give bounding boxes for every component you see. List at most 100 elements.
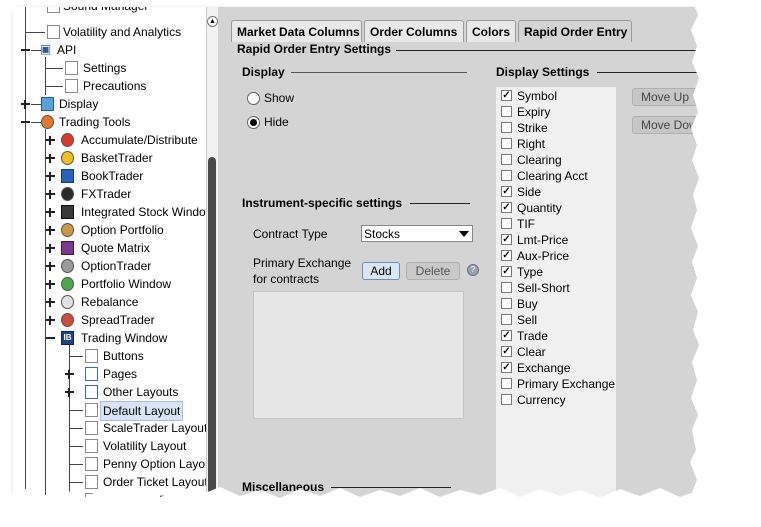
column-checkbox-lmt-price[interactable]: ✓ — [501, 234, 512, 245]
pages-icon — [85, 367, 98, 381]
tree-item-optiontrader[interactable]: OptionTrader — [13, 257, 206, 275]
column-label-buy: Buy — [517, 297, 538, 311]
expand-icon[interactable] — [65, 370, 74, 379]
expand-icon[interactable] — [46, 136, 55, 145]
tree-item-trading-window[interactable]: IB Trading Window — [13, 329, 206, 347]
expand-icon[interactable] — [21, 100, 30, 109]
help-icon[interactable]: ? — [467, 264, 479, 276]
column-label-trade: Trade — [517, 329, 548, 343]
column-checkbox-clearing[interactable] — [501, 154, 512, 165]
tree-item-buttons[interactable]: Buttons — [13, 347, 206, 365]
column-checkbox-side[interactable]: ✓ — [501, 186, 512, 197]
column-label-sell: Sell — [517, 313, 538, 327]
primary-exchange-list[interactable] — [253, 291, 464, 419]
document-icon — [85, 457, 98, 471]
add-button[interactable]: Add — [362, 262, 400, 280]
contract-type-select[interactable]: Stocks — [361, 225, 473, 242]
tree-item-volatility-layout[interactable]: Volatility Layout — [13, 437, 206, 455]
primary-exchange-label: Primary Exchange — [253, 256, 352, 270]
tree-item-display[interactable]: Display — [13, 95, 206, 113]
settings-tree: Sound Manager Volatility and Analytics ▣… — [13, 7, 206, 502]
torn-edge-bottom — [0, 484, 761, 527]
display-divider — [291, 72, 467, 73]
option-portfolio-icon — [61, 223, 74, 237]
tree-item-api[interactable]: ▣ API — [13, 41, 206, 59]
tree-item-integrated-stock-window[interactable]: Integrated Stock Window — [13, 203, 206, 221]
tree-scrollbar[interactable]: ▲ — [206, 7, 218, 502]
tab-colors[interactable]: Colors — [466, 20, 516, 42]
tree-item-fxtrader[interactable]: FXTrader — [13, 185, 206, 203]
tree-item-volatility-analytics[interactable]: Volatility and Analytics — [13, 23, 206, 41]
chevron-down-icon — [459, 231, 469, 237]
column-checkbox-primary-exchange[interactable] — [501, 378, 512, 389]
tree-item-trading-tools[interactable]: Trading Tools — [13, 113, 206, 131]
tree-item-accumulate-distribute[interactable]: Accumulate/Distribute — [13, 131, 206, 149]
display-hide-radio[interactable] — [247, 116, 260, 129]
scrollbar-thumb[interactable] — [208, 157, 216, 502]
column-checkbox-strike[interactable] — [501, 122, 512, 133]
expand-icon[interactable] — [46, 262, 55, 271]
display-show-radio[interactable] — [247, 92, 260, 105]
column-checkbox-sell[interactable] — [501, 314, 512, 325]
column-checkbox-sell-short[interactable] — [501, 282, 512, 293]
tree-item-sound-manager[interactable]: Sound Manager — [13, 7, 206, 15]
column-checkbox-exchange[interactable]: ✓ — [501, 362, 512, 373]
tab-rapid-order-entry[interactable]: Rapid Order Entry — [518, 20, 632, 42]
expand-icon[interactable] — [46, 316, 55, 325]
collapse-icon[interactable] — [21, 46, 30, 55]
tree-item-baskettrader[interactable]: BasketTrader — [13, 149, 206, 167]
collapse-icon[interactable] — [21, 118, 30, 127]
column-checkbox-type[interactable]: ✓ — [501, 266, 512, 277]
settings-window: Sound Manager Volatility and Analytics ▣… — [13, 7, 705, 502]
column-checkbox-currency[interactable] — [501, 394, 512, 405]
collapse-icon[interactable] — [46, 334, 55, 343]
ib-logo-icon: IB — [61, 331, 74, 345]
tree-item-penny-option-layout[interactable]: Penny Option Layout — [13, 455, 206, 473]
expand-icon[interactable] — [46, 226, 55, 235]
instrument-header: Instrument-specific settings — [242, 196, 403, 210]
column-checkbox-aux-price[interactable]: ✓ — [501, 250, 512, 261]
column-checkbox-trade[interactable]: ✓ — [501, 330, 512, 341]
expand-icon[interactable] — [46, 298, 55, 307]
tree-item-other-layouts[interactable]: Other Layouts — [13, 383, 206, 401]
expand-icon[interactable] — [46, 154, 55, 163]
expand-icon[interactable] — [46, 280, 55, 289]
column-checkbox-tif[interactable] — [501, 218, 512, 229]
expand-icon[interactable] — [65, 388, 74, 397]
column-checkbox-quantity[interactable]: ✓ — [501, 202, 512, 213]
monitor-icon — [41, 97, 54, 111]
expand-icon[interactable] — [46, 208, 55, 217]
tree-item-spreadtrader[interactable]: SpreadTrader — [13, 311, 206, 329]
tree-item-default-layout[interactable]: Default Layout — [13, 401, 206, 421]
tree-item-precautions[interactable]: Precautions — [13, 77, 206, 95]
tab-order-columns[interactable]: Order Columns — [364, 20, 464, 42]
column-checkbox-clear[interactable]: ✓ — [501, 346, 512, 357]
expand-icon[interactable] — [46, 172, 55, 181]
tree-item-booktrader[interactable]: BookTrader — [13, 167, 206, 185]
scroll-up-icon[interactable]: ▲ — [207, 16, 218, 27]
fx-icon — [61, 187, 74, 201]
tree-item-pages[interactable]: Pages — [13, 365, 206, 383]
instrument-divider — [410, 203, 470, 204]
tree-item-api-settings[interactable]: Settings — [13, 59, 206, 77]
tree-item-quote-matrix[interactable]: Quote Matrix — [13, 239, 206, 257]
column-label-currency: Currency — [517, 393, 566, 407]
tree-item-scaletrader-layout[interactable]: ScaleTrader Layout — [13, 419, 206, 437]
column-checkbox-buy[interactable] — [501, 298, 512, 309]
window-icon — [61, 205, 74, 219]
column-checkbox-right[interactable] — [501, 138, 512, 149]
column-checkbox-expiry[interactable] — [501, 106, 512, 117]
tree-item-option-portfolio[interactable]: Option Portfolio — [13, 221, 206, 239]
column-checkbox-clearing-acct[interactable] — [501, 170, 512, 181]
tree-item-portfolio-window[interactable]: Portfolio Window — [13, 275, 206, 293]
expand-icon[interactable] — [46, 190, 55, 199]
tree-item-rebalance[interactable]: Rebalance — [13, 293, 206, 311]
portfolio-icon — [61, 277, 74, 291]
column-checkbox-symbol[interactable]: ✓ — [501, 90, 512, 101]
tab-market-data-columns[interactable]: Market Data Columns — [231, 20, 362, 42]
column-label-symbol: Symbol — [517, 89, 558, 103]
document-icon — [47, 25, 60, 39]
column-label-sell-short: Sell-Short — [517, 281, 570, 295]
delete-button[interactable]: Delete — [406, 262, 460, 280]
expand-icon[interactable] — [46, 244, 55, 253]
